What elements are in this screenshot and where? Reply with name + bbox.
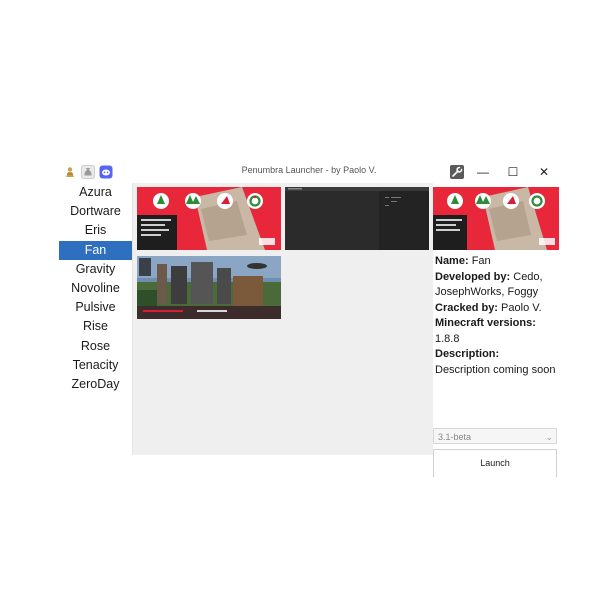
developed-value-continued: JosephWorks, Foggy — [435, 286, 539, 298]
window-title: Penumbra Launcher - by Paolo V. — [241, 165, 377, 175]
cracked-label: Cracked by: — [435, 301, 498, 314]
person-icon[interactable] — [63, 165, 77, 179]
versions-label-row: Minecraft versions: — [435, 316, 559, 332]
version-select-value: 3.1-beta — [438, 432, 472, 442]
sidebar-item-fan[interactable]: Fan — [59, 240, 132, 260]
client-details-panel: Name: Fan Developed by: Cedo, JosephWork… — [433, 183, 559, 477]
sidebar-item-novoline[interactable]: Novoline — [59, 279, 132, 298]
versions-label: Minecraft versions: — [435, 317, 536, 329]
cracked-row: Cracked by: Paolo V. — [435, 301, 559, 317]
screenshot-gallery — [133, 183, 433, 455]
screenshot-thumbnail-editor[interactable] — [285, 187, 429, 250]
close-button[interactable]: ✕ — [529, 161, 559, 183]
cracked-value: Paolo V. — [501, 301, 542, 314]
versions-value: 1.8.8 — [435, 332, 460, 345]
chevron-down-icon: ⌄ — [545, 432, 553, 442]
description-label-row: Description: — [435, 347, 559, 363]
developed-label: Developed by: — [435, 270, 511, 283]
sidebar-item-tenacity[interactable]: Tenacity — [59, 356, 132, 375]
maximize-button[interactable]: ☐ — [498, 161, 528, 183]
sidebar-item-rise[interactable]: Rise — [59, 317, 132, 336]
sidebar-item-azura[interactable]: Azura — [59, 183, 132, 202]
sidebar-item-rose[interactable]: Rose — [59, 337, 132, 356]
version-select[interactable]: 3.1-beta ⌄ — [433, 428, 557, 444]
name-label: Name: — [435, 255, 469, 267]
sidebar-item-pulsive[interactable]: Pulsive — [59, 298, 132, 317]
developed-value: Cedo, — [513, 270, 543, 283]
description-value: Description coming soon — [435, 363, 556, 376]
name-value: Fan — [471, 255, 491, 267]
title-bar: Penumbra Launcher - by Paolo V. — ☐ ✕ — [59, 161, 559, 183]
money-bag-icon[interactable] — [81, 165, 95, 179]
selected-screenshot-preview — [433, 187, 559, 250]
description-label: Description: — [435, 348, 500, 360]
sidebar-item-dortware[interactable]: Dortware — [59, 202, 132, 221]
sidebar-item-zeroday[interactable]: ZeroDay — [59, 375, 132, 394]
sidebar-item-gravity[interactable]: Gravity — [59, 260, 132, 279]
sidebar-item-eris[interactable]: Eris — [59, 221, 132, 240]
screenshot-thumbnail-menu[interactable] — [137, 187, 281, 250]
name-row: Name: Fan — [435, 254, 559, 270]
screenshot-thumbnail-ingame[interactable] — [137, 256, 281, 319]
launcher-window: Penumbra Launcher - by Paolo V. — ☐ ✕ Az… — [59, 161, 559, 477]
minimize-button[interactable]: — — [468, 161, 498, 183]
developed-row: Developed by: Cedo, — [435, 270, 559, 286]
client-info: Name: Fan Developed by: Cedo, JosephWork… — [435, 254, 559, 378]
launch-button[interactable]: Launch — [433, 449, 557, 477]
discord-icon[interactable] — [99, 165, 113, 179]
client-list: Azura Dortware Eris Fan Gravity Novoline… — [59, 183, 133, 455]
